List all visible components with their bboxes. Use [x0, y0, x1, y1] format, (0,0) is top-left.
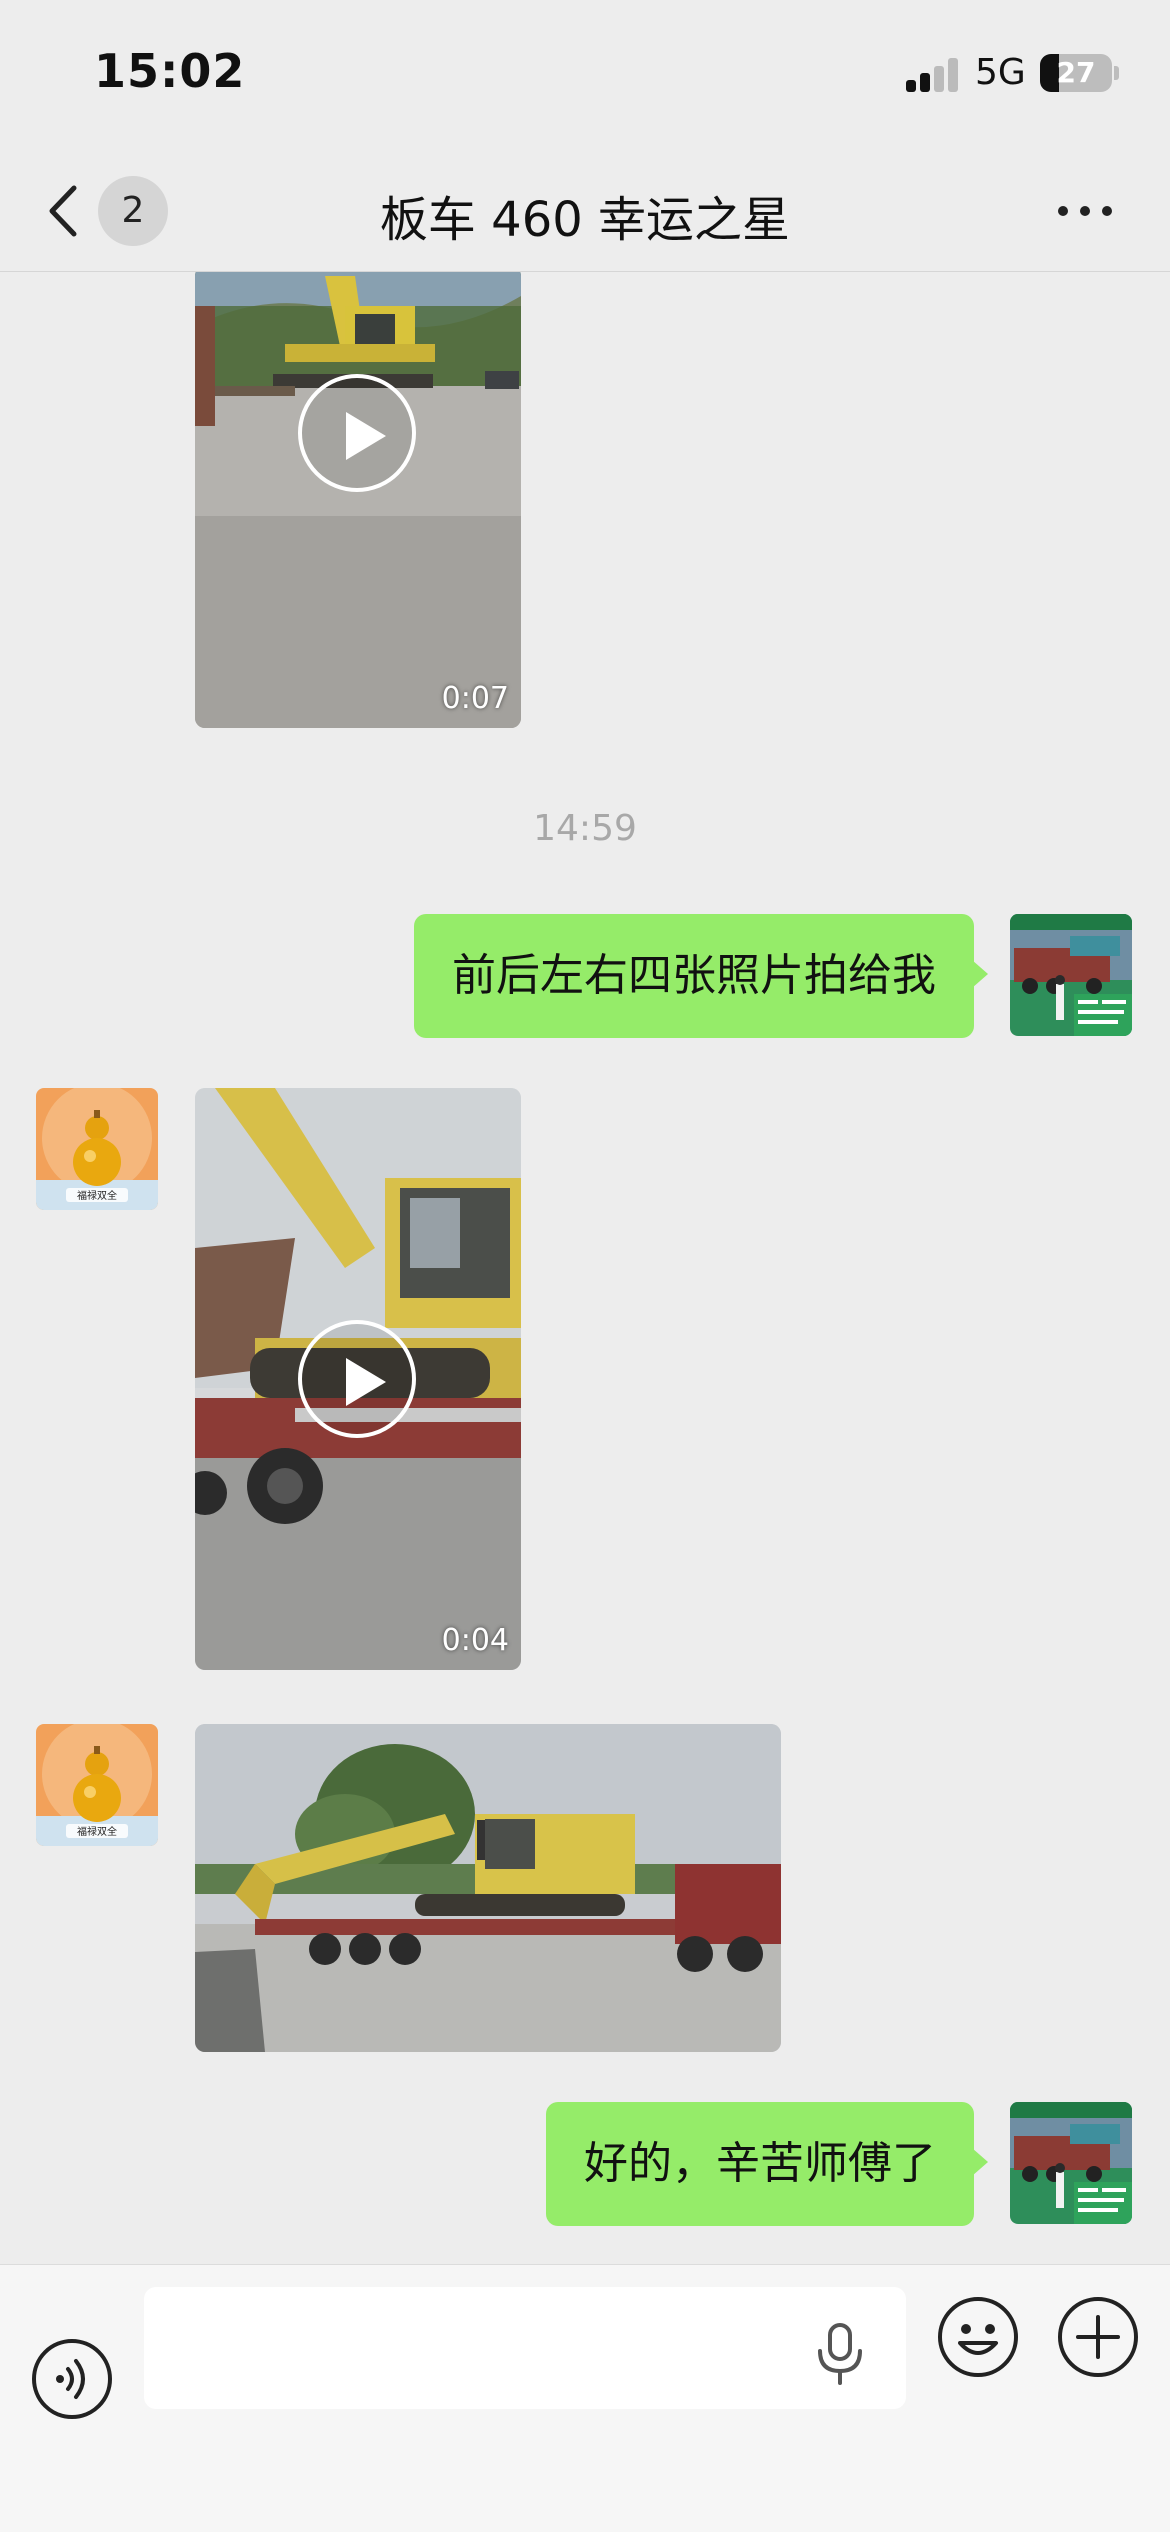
microphone-button[interactable] — [812, 2321, 868, 2385]
play-icon[interactable] — [298, 1320, 416, 1438]
truck-banner-avatar — [1010, 2102, 1132, 2224]
video-message[interactable]: 0:07 — [195, 272, 521, 728]
network-type: 5G — [975, 52, 1026, 93]
emoji-button[interactable] — [936, 2295, 1020, 2379]
video-duration: 0:04 — [441, 1623, 509, 1658]
video-message[interactable]: 0:04 — [195, 1088, 521, 1670]
komatsu-excavator-on-lowbed-trailer-photo — [195, 1724, 781, 2052]
message-list[interactable]: 0:07 14:59 前后左右四张照片拍给我 福禄双全 0:04 福禄双全 好的… — [0, 272, 1170, 2264]
signal-strength-icon — [906, 56, 958, 92]
outgoing-text-message[interactable]: 前后左右四张照片拍给我 — [414, 914, 988, 1038]
more-functions-button[interactable] — [1056, 2295, 1140, 2379]
status-bar: 15:02 5G 27 — [0, 0, 1170, 150]
video-duration: 0:07 — [441, 681, 509, 716]
more-options-button[interactable] — [1050, 180, 1120, 240]
input-bar — [0, 2264, 1170, 2532]
back-button[interactable]: 2 — [38, 174, 174, 248]
battery-icon: 27 — [1040, 54, 1112, 92]
golden-gourd-avatar: 福禄双全 — [36, 1724, 158, 1846]
message-input[interactable] — [144, 2287, 906, 2409]
play-icon[interactable] — [298, 374, 416, 492]
unread-count-badge: 2 — [98, 176, 168, 246]
avatar-caption: 福禄双全 — [77, 1189, 117, 1202]
incoming-avatar[interactable]: 福禄双全 — [36, 1088, 158, 1210]
excavator-video-thumbnail — [195, 272, 521, 728]
chat-header: 2 板车 460 幸运之星 — [0, 150, 1170, 272]
outgoing-avatar[interactable] — [1010, 914, 1132, 1036]
image-message[interactable] — [195, 1724, 781, 2052]
avatar-caption: 福禄双全 — [77, 1825, 117, 1838]
voice-toggle-icon — [32, 2339, 112, 2419]
voice-toggle-button[interactable] — [30, 2337, 114, 2421]
message-timestamp: 14:59 — [533, 808, 637, 849]
more-dots-icon — [1058, 206, 1068, 216]
outgoing-avatar[interactable] — [1010, 2102, 1132, 2224]
golden-gourd-avatar: 福禄双全 — [36, 1088, 158, 1210]
chevron-left-icon — [49, 185, 77, 237]
status-time: 15:02 — [94, 44, 246, 98]
truck-banner-avatar — [1010, 914, 1132, 1036]
battery-tip — [1114, 66, 1119, 80]
microphone-icon — [818, 2323, 862, 2385]
battery-percent: 27 — [1056, 56, 1096, 89]
emoji-face-icon — [938, 2297, 1018, 2377]
outgoing-text-message[interactable]: 好的，辛苦师傅了 — [546, 2102, 988, 2226]
chat-title: 板车 460 幸运之星 — [379, 192, 791, 248]
incoming-avatar[interactable]: 福禄双全 — [36, 1724, 158, 1846]
plus-circle-icon — [1058, 2297, 1138, 2377]
